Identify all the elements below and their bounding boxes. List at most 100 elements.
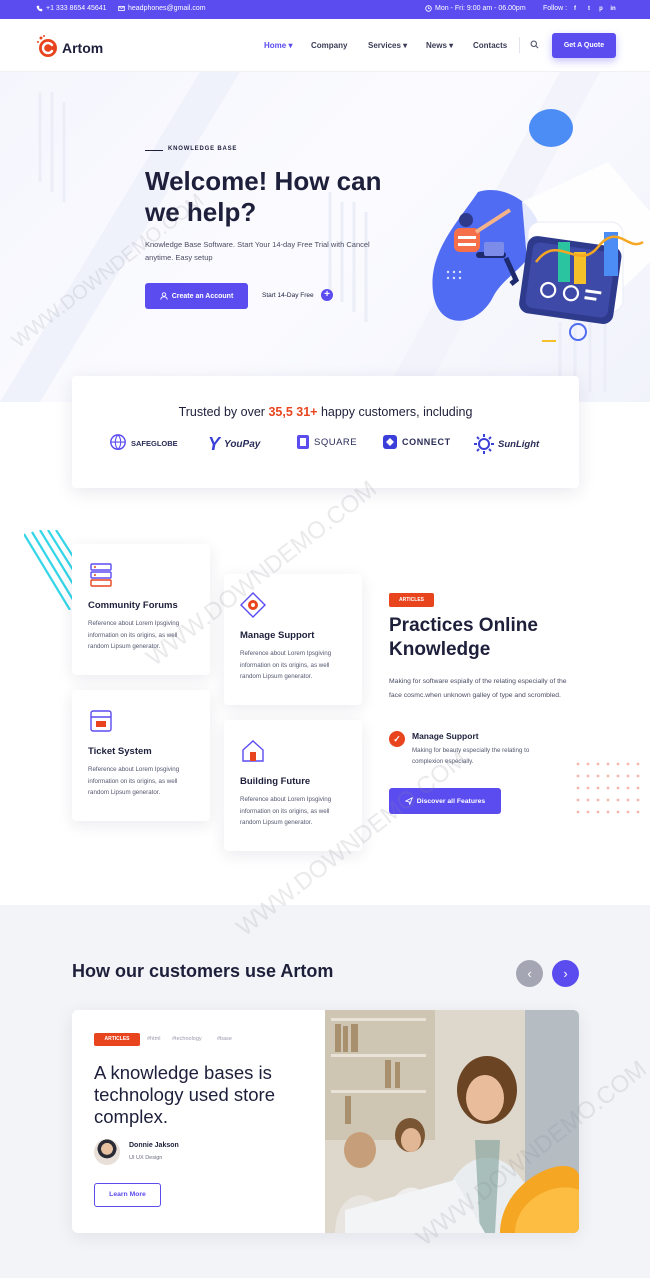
author-name: Donnie Jakson [129, 1142, 179, 1149]
feature-description: Reference about Lorem Ipsgiving informat… [240, 650, 332, 680]
artom-logo-icon[interactable] [35, 33, 61, 59]
square-logo-icon [297, 435, 309, 449]
house-icon [242, 740, 264, 762]
eyebrow-line [145, 150, 163, 151]
nav-services-label: Services [368, 41, 401, 50]
check-icon: ✓ [389, 731, 405, 747]
article-tag[interactable]: #base [217, 1036, 232, 1042]
brand-connect: CONNECT [382, 434, 451, 450]
brand-sunlight-label: SunLight [498, 438, 540, 450]
feature-description: Reference about Lorem Ipsgiving informat… [88, 620, 180, 650]
support-icon [240, 592, 266, 618]
next-arrow-button[interactable]: › [552, 960, 579, 987]
feature-card-community-forums[interactable]: Community Forums Reference about Lorem I… [72, 544, 210, 675]
start-trial-link[interactable]: Start 14-Day Free [262, 292, 314, 299]
dots-decoration [576, 762, 640, 814]
feature-title: Building Future [240, 776, 311, 787]
features-paragraph: Making for software espially of the rela… [389, 678, 567, 699]
get-quote-button[interactable]: Get A Quote [552, 33, 616, 58]
feature-card-ticket-system[interactable]: Ticket System Reference about Lorem Ipsg… [72, 690, 210, 821]
nav-services[interactable]: Services ▾ [368, 41, 407, 50]
brand-youpay: Y YouPay [208, 434, 260, 455]
article-badge: ARTICLES [94, 1033, 140, 1046]
article-tag[interactable]: #technology [172, 1036, 202, 1042]
features-title: Practices Online Knowledge [389, 615, 538, 660]
hero-eyebrow: KNOWLEDGE BASE [168, 146, 238, 152]
follow-label: Follow : [543, 5, 568, 12]
chevron-down-icon: ▾ [449, 41, 454, 50]
hero-title: Welcome! How can we help? [145, 166, 382, 227]
trusted-by-text: Trusted by over 35,5 31+ happy customers… [72, 405, 579, 419]
facebook-icon[interactable]: f [570, 4, 580, 14]
nav-company[interactable]: Company [311, 41, 347, 50]
feature-title: Ticket System [88, 746, 152, 757]
server-icon [90, 563, 112, 587]
discover-features-button[interactable]: Discover all Features [389, 788, 501, 814]
hero-section [0, 72, 650, 402]
create-account-label: Create an Account [171, 292, 234, 300]
author-role: UI UX Design [129, 1155, 163, 1161]
nav-contacts[interactable]: Contacts [473, 41, 507, 50]
clock-icon [425, 5, 432, 12]
linkedin-icon[interactable]: in [608, 4, 618, 14]
article-tag[interactable]: #html [147, 1036, 160, 1042]
trusted-number: 35,5 31+ [268, 405, 318, 419]
connect-logo-icon [383, 435, 397, 449]
article-title[interactable]: A knowledge bases is technology used sto… [94, 1062, 294, 1128]
trusted-suffix: happy customers, including [320, 405, 473, 419]
feature-description: Reference about Lorem Ipsgiving informat… [240, 796, 332, 826]
top-bar: +1 333 8654 45641 headphones@gmail.com M… [0, 0, 650, 19]
brand-safeglobe: SAFEGLOBE [109, 434, 178, 452]
trusted-by-card: Trusted by over 35,5 31+ happy customers… [72, 376, 579, 488]
pinterest-icon[interactable]: p [596, 4, 606, 14]
twitter-icon[interactable]: t [584, 4, 594, 14]
brand-connect-label: CONNECT [402, 437, 451, 447]
email-contact[interactable]: headphones@gmail.com [118, 5, 206, 12]
feature-title: Community Forums [88, 600, 178, 611]
sun-icon [474, 434, 494, 454]
user-icon [160, 292, 168, 300]
brand-square: SQUARE [296, 434, 357, 450]
discover-features-label: Discover all Features [416, 797, 486, 805]
feature-title: Manage Support [240, 630, 315, 641]
hours-text: Mon - Fri: 9:00 am - 06.00pm [435, 5, 526, 12]
chevron-down-icon: ▾ [288, 41, 293, 50]
avatar [94, 1139, 120, 1165]
globe-icon [110, 434, 126, 451]
article-card: ARTICLES #html #technology #base A knowl… [72, 1010, 579, 1233]
chevron-down-icon: ▾ [403, 41, 408, 50]
ticket-icon [90, 710, 112, 732]
nav-news-label: News [426, 41, 447, 50]
phone-contact[interactable]: +1 333 8654 45641 [36, 5, 107, 12]
feature-item-description: Making for beauty especially the relatin… [412, 747, 530, 765]
brand-sunlight: SunLight [474, 434, 539, 454]
search-icon[interactable] [530, 40, 539, 49]
email-text: headphones@gmail.com [128, 5, 206, 12]
feature-description: Reference about Lorem Ipsgiving informat… [88, 766, 180, 796]
send-icon [404, 797, 413, 805]
youpay-y-icon: Y [208, 434, 221, 454]
feature-item-title: Manage Support [412, 731, 479, 741]
logo-text[interactable]: Artom [62, 40, 103, 56]
feature-card-building-future[interactable]: Building Future Reference about Lorem Ip… [224, 720, 362, 851]
nav-news[interactable]: News ▾ [426, 41, 453, 50]
articles-badge: ARTICLES [389, 593, 434, 607]
create-account-button[interactable]: Create an Account [145, 283, 248, 309]
chevron-right-icon: › [563, 966, 568, 981]
chevron-left-icon: ‹ [527, 966, 532, 981]
office-photo-illustration [325, 1010, 579, 1233]
article-photo [325, 1010, 579, 1233]
feature-card-manage-support[interactable]: Manage Support Reference about Lorem Ips… [224, 574, 362, 705]
phone-icon [36, 5, 43, 12]
plus-icon[interactable]: + [321, 289, 333, 301]
hero-illustration [432, 109, 650, 342]
site-header: Artom Home ▾ Company Services ▾ News ▾ C… [0, 19, 650, 72]
prev-arrow-button[interactable]: ‹ [516, 960, 543, 987]
brand-safeglobe-label: SAFEGLOBE [131, 438, 178, 448]
nav-divider [519, 37, 520, 53]
trusted-prefix: Trusted by over [178, 405, 265, 419]
learn-more-button[interactable]: Learn More [94, 1183, 161, 1207]
customers-title: How our customers use Artom [72, 961, 334, 981]
nav-home[interactable]: Home ▾ [264, 41, 292, 50]
brand-youpay-label: YouPay [224, 439, 261, 450]
